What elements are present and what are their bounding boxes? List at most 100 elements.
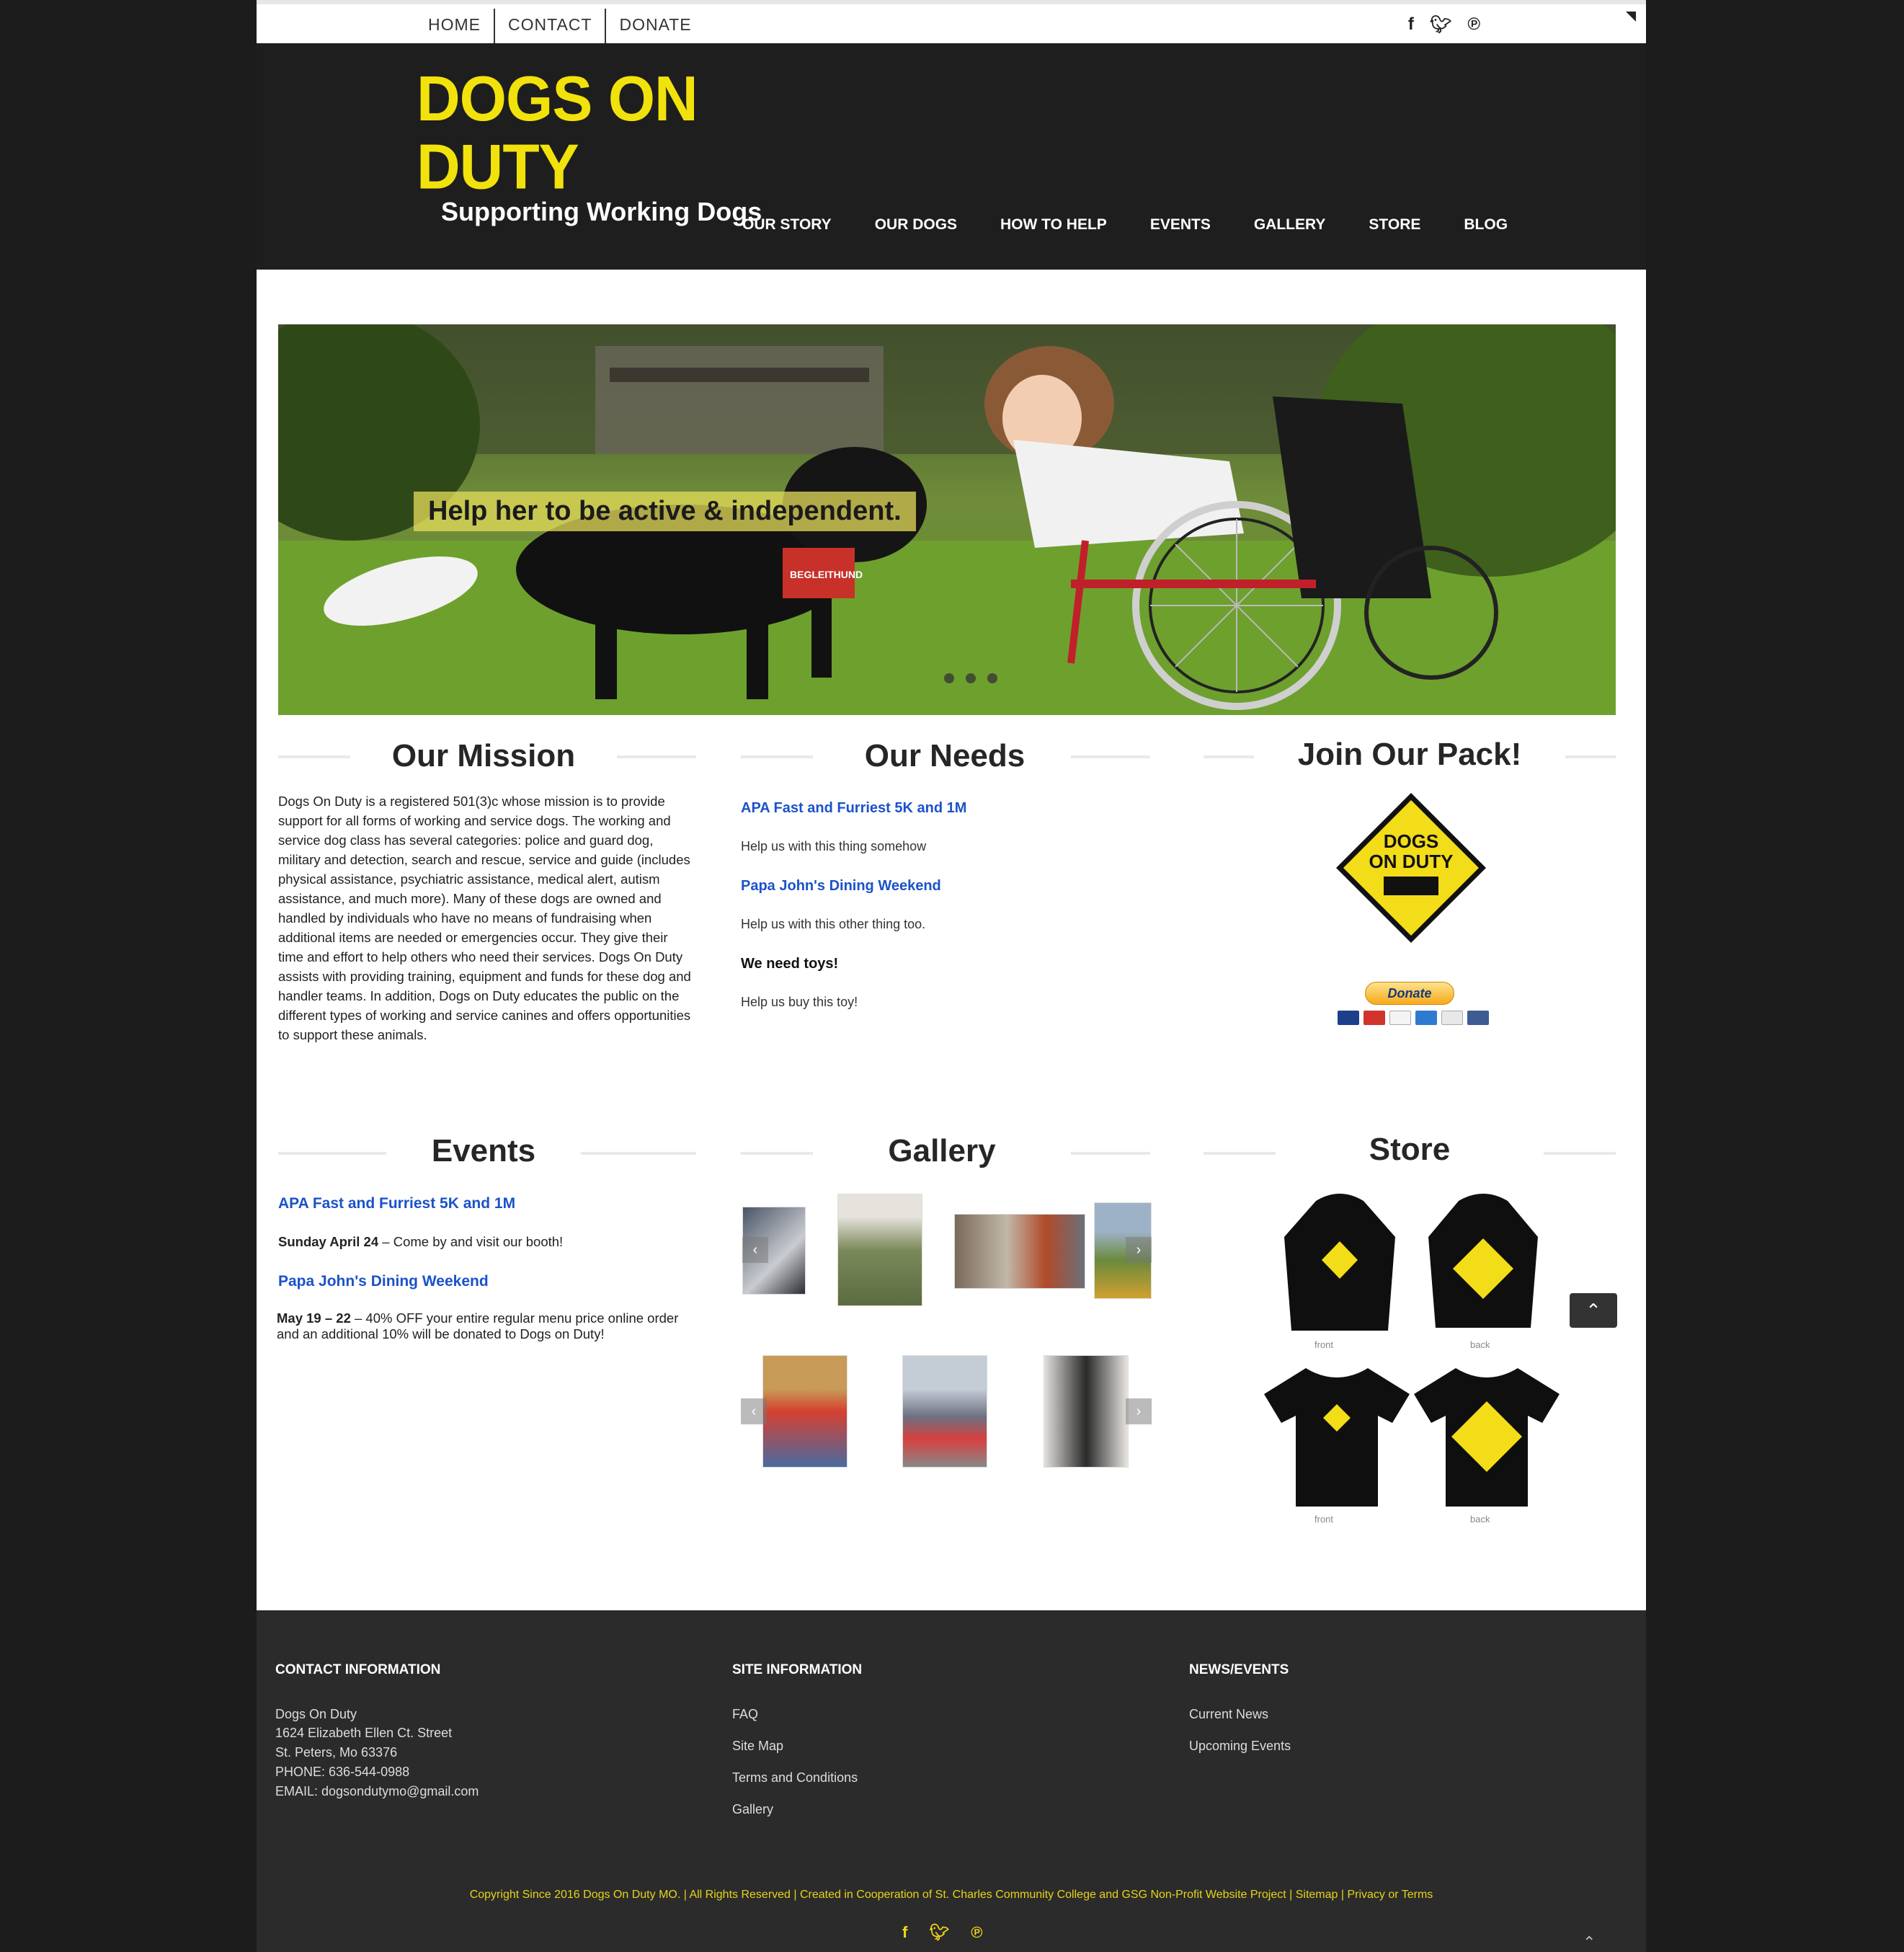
contact-line: 1624 Elizabeth Ellen Ct. Street (275, 1726, 453, 1740)
gallery-thumb[interactable] (837, 1194, 922, 1306)
facebook-icon[interactable]: f (902, 1923, 907, 1942)
footer-link-faq[interactable]: FAQ (732, 1707, 758, 1722)
nav-our-story[interactable]: OUR STORY (721, 216, 853, 234)
pinterest-icon[interactable]: ℗ (971, 1923, 982, 1942)
join-title: Join Our Pack! (1297, 737, 1522, 772)
store-caption: front (1314, 1339, 1334, 1350)
event-date: May 19 – 22 (277, 1310, 351, 1326)
title-rule (741, 755, 813, 758)
title-rule (1204, 1152, 1276, 1155)
chevron-up-icon[interactable]: ⌃ (1583, 1933, 1596, 1952)
need-link-papa-johns[interactable]: Papa John's Dining Weekend (741, 878, 941, 895)
twitter-icon[interactable]: 🐦︎ (929, 1923, 949, 1942)
event-link-apa[interactable]: APA Fast and Furriest 5K and 1M (278, 1195, 515, 1212)
event-link-papa-johns[interactable]: Papa John's Dining Weekend (278, 1273, 489, 1290)
need-text: Help us buy this toy! (741, 995, 858, 1009)
gallery-prev-arrow[interactable]: ‹ (741, 1398, 767, 1424)
gallery-prev-arrow[interactable]: ‹ (742, 1237, 768, 1263)
top-bar: HOME CONTACT DONATE f 🐦︎ ℗ (257, 0, 1646, 48)
top-link-contact[interactable]: CONTACT (495, 9, 607, 48)
mission-text: Dogs On Duty is a registered 501(3)c who… (278, 794, 691, 1042)
title-rule (1071, 755, 1150, 758)
twitter-icon[interactable]: 🐦︎ (1430, 14, 1451, 35)
gallery-thumb[interactable] (1044, 1355, 1129, 1468)
dogs-on-duty-badge: DOGS ON DUTY (1333, 790, 1489, 946)
need-text: Help us with this other thing too. (741, 917, 926, 931)
site-header: DOGS ON DUTY Supporting Working Dogs OUR… (257, 43, 1646, 270)
events-title: Events (431, 1133, 536, 1168)
slider-dot[interactable] (987, 673, 997, 683)
gallery-next-arrow[interactable]: › (1126, 1237, 1152, 1263)
corner-marker (1626, 12, 1636, 22)
hero-slider[interactable]: BEGLEITHUND Help her to be active & inde… (278, 324, 1616, 715)
footer-link-upcoming-events[interactable]: Upcoming Events (1189, 1739, 1291, 1754)
slider-dot[interactable] (966, 673, 976, 683)
facebook-icon[interactable]: f (1408, 14, 1414, 35)
gallery-next-arrow[interactable]: › (1126, 1398, 1152, 1424)
gallery-thumb[interactable] (762, 1355, 848, 1468)
nav-blog[interactable]: BLOG (1442, 216, 1529, 234)
nav-events[interactable]: EVENTS (1129, 216, 1232, 234)
event-date: Sunday April 24 (278, 1234, 379, 1249)
title-rule (1071, 1152, 1150, 1155)
site-logo[interactable]: DOGS ON DUTY Supporting Working Dogs (417, 63, 762, 226)
gallery-thumb[interactable] (954, 1214, 1085, 1289)
footer-link-terms[interactable]: Terms and Conditions (732, 1770, 858, 1785)
hoodie-front[interactable] (1280, 1194, 1400, 1338)
nav-how-to-help[interactable]: HOW TO HELP (979, 216, 1129, 234)
page: HOME CONTACT DONATE f 🐦︎ ℗ DOGS ON DUTY … (257, 0, 1646, 1952)
nav-our-dogs[interactable]: OUR DOGS (853, 216, 979, 234)
need-text: Help us with this thing somehow (741, 839, 927, 853)
hero-caption: Help her to be active & independent. (414, 492, 916, 531)
paypal-donate-button[interactable]: Donate (1365, 982, 1454, 1005)
store-caption: front (1314, 1514, 1334, 1525)
card-icon (1467, 1011, 1489, 1025)
card-icon (1364, 1011, 1385, 1025)
top-link-home[interactable]: HOME (415, 9, 495, 48)
gallery-thumb[interactable] (902, 1355, 987, 1468)
need-heading-toys: We need toys! (741, 956, 839, 972)
site-footer: CONTACT INFORMATION Dogs On Duty 1624 El… (257, 1610, 1646, 1952)
contact-line: Dogs On Duty (275, 1707, 357, 1721)
tshirt-back[interactable] (1413, 1365, 1561, 1509)
badge-text-1: DOGS (1384, 830, 1439, 852)
store-caption: back (1470, 1339, 1490, 1350)
main-nav: OUR STORY OUR DOGS HOW TO HELP EVENTS GA… (721, 216, 1529, 234)
nav-store[interactable]: STORE (1347, 216, 1442, 234)
slider-dot[interactable] (944, 673, 954, 683)
event-detail: Sunday April 24 – Come by and visit our … (278, 1234, 682, 1250)
copyright-text: Copyright Since 2016 Dogs On Duty MO. | … (469, 1889, 1433, 1901)
title-rule (278, 755, 350, 758)
scroll-to-top-button[interactable]: ⌃ (1570, 1293, 1617, 1328)
contact-heading: CONTACT INFORMATION (275, 1662, 441, 1677)
card-icon (1338, 1011, 1359, 1025)
vest-label: BEGLEITHUND (790, 569, 863, 580)
contact-email[interactable]: EMAIL: dogsondutymo@gmail.com (275, 1784, 479, 1799)
footer-link-current-news[interactable]: Current News (1189, 1707, 1268, 1722)
store-caption: back (1470, 1514, 1490, 1525)
badge-text-2: ON DUTY (1369, 851, 1454, 872)
title-rule (741, 1152, 813, 1155)
footer-link-site-map[interactable]: Site Map (732, 1739, 783, 1754)
event-detail: May 19 – 22 – 40% OFF your entire regula… (277, 1310, 680, 1342)
store-title: Store (1369, 1132, 1451, 1167)
title-rule (581, 1152, 696, 1155)
need-link-apa[interactable]: APA Fast and Furriest 5K and 1M (741, 800, 966, 817)
top-social-icons: f 🐦︎ ℗ (1408, 14, 1480, 35)
hoodie-back[interactable] (1425, 1194, 1541, 1335)
logo-title: DOGS ON DUTY (417, 63, 698, 203)
gallery-title: Gallery (888, 1133, 996, 1168)
footer-link-gallery[interactable]: Gallery (732, 1802, 773, 1817)
top-link-donate[interactable]: DONATE (606, 9, 704, 48)
card-icon (1415, 1011, 1437, 1025)
nav-gallery[interactable]: GALLERY (1232, 216, 1348, 234)
mission-title: Our Mission (391, 738, 576, 773)
title-rule (278, 1152, 386, 1155)
pinterest-icon[interactable]: ℗ (1467, 14, 1480, 35)
title-rule (617, 755, 696, 758)
news-heading: NEWS/EVENTS (1189, 1662, 1289, 1677)
title-rule (1544, 1152, 1616, 1155)
footer-social-icons: f 🐦︎ ℗ (902, 1923, 982, 1942)
top-nav: HOME CONTACT DONATE (415, 9, 705, 48)
tshirt-front[interactable] (1263, 1365, 1411, 1509)
